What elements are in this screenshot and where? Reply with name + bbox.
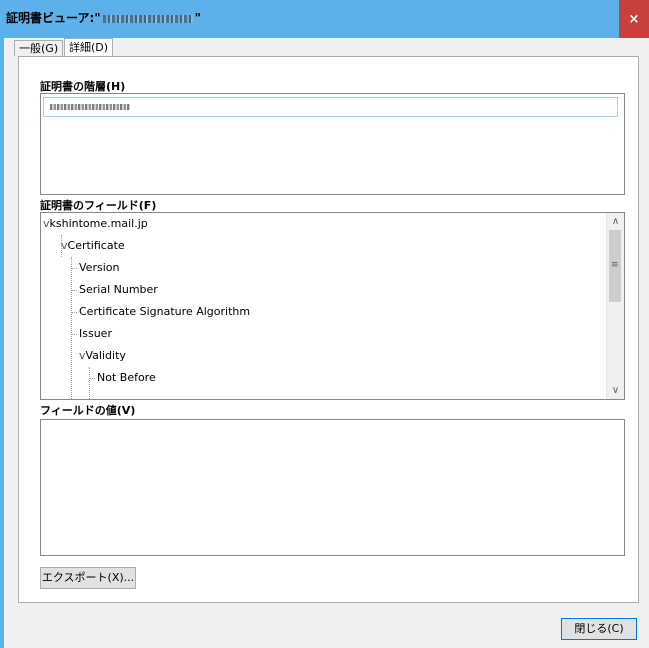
tree-item-serial-number[interactable]: Serial Number <box>79 279 158 301</box>
tree-item-certificate[interactable]: vCertificate <box>61 235 125 257</box>
tree-guide <box>89 367 90 399</box>
tree-item-label: Validity <box>85 349 126 362</box>
scroll-thumb[interactable]: ≡ <box>609 230 621 302</box>
tree-item-validity[interactable]: vValidity <box>79 345 126 367</box>
tree-item-signature-algorithm[interactable]: Certificate Signature Algorithm <box>79 301 250 323</box>
window-title-suffix: " <box>194 11 201 25</box>
fields-label: 証明書のフィールド(F) <box>40 199 157 212</box>
hierarchy-label: 証明書の階層(H) <box>40 80 126 93</box>
tree-guide <box>71 290 77 291</box>
tree-item-label: Certificate <box>67 239 125 252</box>
title-bar: 証明書ビューア:" " × <box>0 0 649 38</box>
scroll-up-icon[interactable]: ∧ <box>607 213 624 230</box>
certificate-hierarchy-list[interactable] <box>40 93 625 195</box>
window-title-prefix: 証明書ビューア:" <box>6 11 101 25</box>
scroll-down-icon[interactable]: ∨ <box>607 382 624 399</box>
close-icon[interactable]: × <box>619 0 649 38</box>
tree-guide <box>71 312 77 313</box>
tree-guide <box>71 268 77 269</box>
tree-guide <box>71 257 72 399</box>
field-value-textbox[interactable] <box>40 419 625 556</box>
tree-guide <box>71 334 77 335</box>
redacted-hostname <box>102 14 193 23</box>
certificate-fields-tree[interactable]: vkshintome.mail.jp vCertificate Version … <box>40 212 625 400</box>
close-button[interactable]: 閉じる(C) <box>561 618 637 640</box>
tab-details[interactable]: 詳細(D) <box>64 38 114 56</box>
redacted-hierarchy-entry <box>50 104 130 110</box>
grip-icon: ≡ <box>611 260 619 270</box>
tree-item-version[interactable]: Version <box>79 257 119 279</box>
tree-item-root[interactable]: vkshintome.mail.jp <box>43 213 148 235</box>
window-border <box>0 38 4 648</box>
window-title: 証明書ビューア:" " <box>6 9 201 26</box>
hierarchy-item-selected[interactable] <box>43 97 618 117</box>
tab-general[interactable]: 一般(G) <box>14 40 64 56</box>
tree-guide <box>89 378 95 379</box>
tree-item-issuer[interactable]: Issuer <box>79 323 112 345</box>
vertical-scrollbar[interactable]: ∧ ≡ ∨ <box>606 213 624 399</box>
value-label: フィールドの値(V) <box>40 404 136 417</box>
tree-item-label: kshintome.mail.jp <box>49 217 148 230</box>
tree-item-not-before[interactable]: Not Before <box>97 367 156 389</box>
export-button[interactable]: エクスポート(X)... <box>40 567 136 589</box>
